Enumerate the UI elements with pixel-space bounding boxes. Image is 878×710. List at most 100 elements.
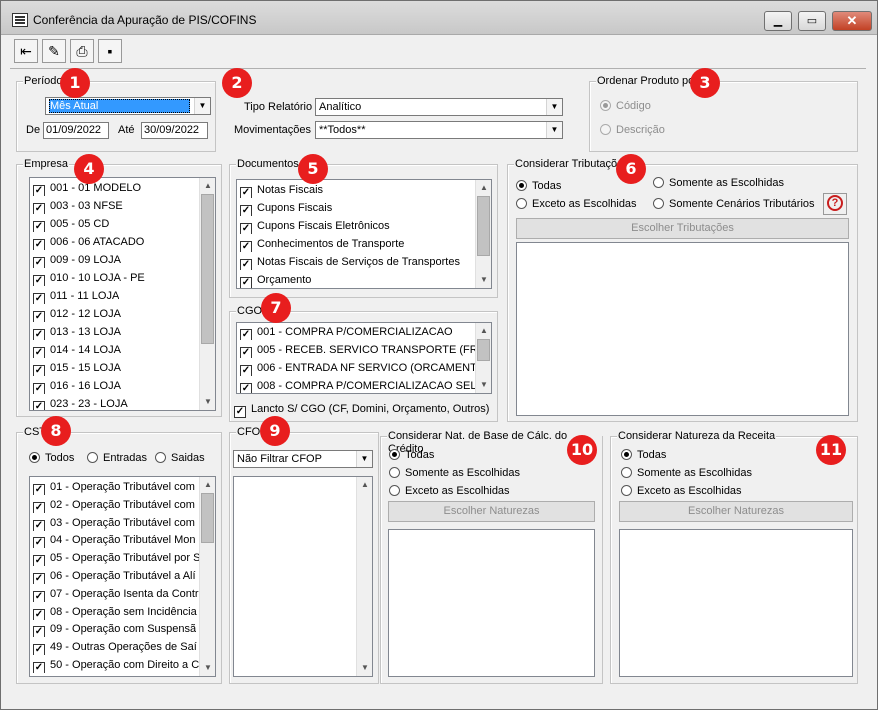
cst-entradas-radio[interactable]: Entradas bbox=[87, 452, 147, 465]
list-item[interactable]: ✓ 009 - 09 LOJA bbox=[33, 252, 121, 268]
scroll-up-icon[interactable]: ▲ bbox=[476, 323, 491, 339]
checkbox-icon[interactable]: ✓ bbox=[33, 257, 45, 268]
checkbox-icon[interactable]: ✓ bbox=[240, 223, 252, 234]
list-item[interactable]: ✓ 006 - ENTRADA NF SERVICO (ORCAMENT bbox=[240, 360, 477, 376]
list-item[interactable]: ✓ 50 - Operação com Direito a C bbox=[33, 657, 199, 673]
checkbox-icon[interactable]: ✓ bbox=[240, 259, 252, 270]
chevron-down-icon[interactable]: ▼ bbox=[546, 99, 562, 115]
list-item[interactable]: ✓ 01 - Operação Tributável com bbox=[33, 479, 195, 495]
checkbox-icon[interactable]: ✓ bbox=[240, 205, 252, 216]
scroll-up-icon[interactable]: ▲ bbox=[200, 477, 215, 493]
scroll-thumb[interactable] bbox=[477, 339, 490, 361]
natbase-exceto-radio[interactable]: Exceto as Escolhidas bbox=[389, 485, 510, 498]
natreceita-todas-radio[interactable]: Todas bbox=[621, 449, 666, 462]
list-item[interactable]: ✓ Cupons Fiscais bbox=[240, 200, 332, 216]
movimentacoes-combo[interactable]: **Todos** ▼ bbox=[315, 121, 563, 139]
documentos-scrollbar[interactable]: ▲ ▼ bbox=[475, 180, 491, 288]
list-item[interactable]: ✓ 008 - COMPRA P/COMERCIALIZACAO SEL bbox=[240, 378, 476, 393]
checkbox-icon[interactable]: ✓ bbox=[33, 203, 45, 214]
tributacoes-list[interactable] bbox=[516, 242, 849, 416]
checkbox-icon[interactable]: ✓ bbox=[240, 365, 252, 376]
cst-list[interactable]: ✓ 01 - Operação Tributável com ✓ 02 - Opera… bbox=[29, 476, 216, 677]
natbase-escolher-button[interactable]: Escolher Naturezas bbox=[388, 501, 595, 522]
trib-somente-radio[interactable]: Somente as Escolhidas bbox=[653, 177, 784, 190]
list-item[interactable]: ✓ 03 - Operação Tributável com bbox=[33, 515, 195, 531]
natreceita-list[interactable] bbox=[619, 529, 853, 677]
checkbox-icon[interactable]: ✓ bbox=[33, 293, 45, 304]
checkbox-icon[interactable]: ✓ bbox=[33, 221, 45, 232]
checkbox-icon[interactable]: ✓ bbox=[33, 311, 45, 322]
exit-icon[interactable]: ⇤ bbox=[14, 39, 38, 63]
list-item[interactable]: ✓ 012 - 12 LOJA bbox=[33, 306, 121, 322]
checkbox-icon[interactable]: ✓ bbox=[33, 608, 45, 620]
list-item[interactable]: ✓ 04 - Operação Tributável Mon bbox=[33, 532, 196, 549]
list-item[interactable]: ✓ Notas Fiscais bbox=[240, 182, 323, 198]
checkbox-icon[interactable]: ✓ bbox=[240, 277, 252, 288]
periodo-combo[interactable]: Mês Atual ▼ bbox=[45, 97, 211, 115]
ordenar-codigo-radio[interactable]: Código bbox=[600, 100, 651, 113]
list-item[interactable]: ✓ 003 - 03 NFSE bbox=[33, 198, 123, 214]
trib-todas-radio[interactable]: Todas bbox=[516, 180, 561, 193]
checkbox-icon[interactable]: ✓ bbox=[33, 537, 45, 549]
list-item[interactable]: ✓ Cupons Fiscais Eletrônicos bbox=[240, 218, 390, 234]
scroll-down-icon[interactable]: ▼ bbox=[476, 272, 491, 288]
checkbox-icon[interactable]: ✓ bbox=[33, 239, 45, 250]
list-item[interactable]: ✓ Conhecimentos de Transporte bbox=[240, 236, 404, 252]
empresa-scrollbar[interactable]: ▲ ▼ bbox=[199, 178, 215, 410]
list-item[interactable]: ✓ 07 - Operação Isenta da Contri bbox=[33, 586, 201, 602]
natreceita-somente-radio[interactable]: Somente as Escolhidas bbox=[621, 467, 752, 480]
list-item[interactable]: ✓ 005 - RECEB. SERVICO TRANSPORTE (FR bbox=[240, 342, 478, 358]
checkbox-icon[interactable]: ✓ bbox=[33, 626, 45, 638]
list-item[interactable]: ✓ Orçamento bbox=[240, 272, 311, 288]
checkbox-icon[interactable]: ✓ bbox=[33, 329, 45, 340]
scroll-down-icon[interactable]: ▼ bbox=[200, 660, 215, 676]
natreceita-escolher-button[interactable]: Escolher Naturezas bbox=[619, 501, 853, 522]
empresa-list[interactable]: ✓ 001 - 01 MODELO ✓ 003 - 03 NFSE ✓ 005 - 05 … bbox=[29, 177, 216, 411]
checkbox-icon[interactable]: ✓ bbox=[240, 187, 252, 198]
scroll-up-icon[interactable]: ▲ bbox=[200, 178, 215, 194]
list-item[interactable]: ✓ 015 - 15 LOJA bbox=[33, 360, 121, 376]
de-date-field[interactable]: 01/09/2022 bbox=[43, 122, 109, 139]
cst-todos-radio[interactable]: Todos bbox=[29, 452, 74, 465]
print-icon[interactable]: ⎙ bbox=[70, 39, 94, 63]
cst-saidas-radio[interactable]: Saidas bbox=[155, 452, 205, 465]
trib-cenarios-radio[interactable]: Somente Cenários Tributários bbox=[653, 198, 815, 211]
cgo-list[interactable]: ✓ 001 - COMPRA P/COMERCIALIZACAO ✓ 005 - RE… bbox=[236, 322, 492, 394]
cfop-scrollbar[interactable]: ▲ ▼ bbox=[356, 477, 372, 676]
natbase-somente-radio[interactable]: Somente as Escolhidas bbox=[389, 467, 520, 480]
scroll-down-icon[interactable]: ▼ bbox=[357, 660, 372, 676]
list-item[interactable]: ✓ 011 - 11 LOJA bbox=[33, 288, 119, 304]
cfop-list[interactable]: ▲ ▼ bbox=[233, 476, 373, 677]
list-item[interactable]: ✓ 006 - 06 ATACADO bbox=[33, 234, 144, 250]
checkbox-icon[interactable]: ✓ bbox=[240, 347, 252, 358]
minimize-button[interactable]: ▁ bbox=[764, 11, 792, 31]
scroll-down-icon[interactable]: ▼ bbox=[200, 394, 215, 410]
list-item[interactable]: ✓ 02 - Operação Tributável com bbox=[33, 497, 195, 513]
natbase-list[interactable] bbox=[388, 529, 595, 677]
checkbox-icon[interactable]: ✓ bbox=[240, 383, 252, 393]
natreceita-exceto-radio[interactable]: Exceto as Escolhidas bbox=[621, 485, 742, 498]
cgo-scrollbar[interactable]: ▲ ▼ bbox=[475, 323, 491, 393]
clear-icon[interactable]: ✎ bbox=[42, 39, 66, 63]
list-item[interactable]: ✓ 005 - 05 CD bbox=[33, 216, 109, 232]
checkbox-icon[interactable]: ✓ bbox=[33, 573, 45, 584]
list-item[interactable]: ✓ 010 - 10 LOJA - PE bbox=[33, 270, 145, 286]
list-item[interactable]: ✓ Notas Fiscais de Serviços de Transporte… bbox=[240, 254, 460, 270]
list-item[interactable]: ✓ 49 - Outras Operações de Saí bbox=[33, 639, 197, 656]
escolher-tributacoes-button[interactable]: Escolher Tributações bbox=[516, 218, 849, 239]
checkbox-icon[interactable]: ✓ bbox=[33, 185, 45, 196]
chevron-down-icon[interactable]: ▼ bbox=[194, 98, 210, 114]
trib-exceto-radio[interactable]: Exceto as Escolhidas bbox=[516, 198, 637, 211]
checkbox-icon[interactable]: ✓ bbox=[33, 519, 45, 531]
checkbox-icon[interactable]: ✓ bbox=[240, 241, 252, 252]
tipo-relatorio-combo[interactable]: Analítico ▼ bbox=[315, 98, 563, 116]
list-item[interactable]: ✓ 08 - Operação sem Incidência bbox=[33, 604, 197, 620]
checkbox-icon[interactable]: ✓ bbox=[33, 501, 45, 513]
checkbox-icon[interactable]: ✓ bbox=[33, 644, 45, 656]
checkbox-icon[interactable]: ✓ bbox=[33, 401, 45, 410]
list-item[interactable]: ✓ 023 - 23 - LOJA bbox=[33, 396, 128, 410]
scroll-thumb[interactable] bbox=[201, 493, 214, 543]
list-item[interactable]: ✓ 001 - COMPRA P/COMERCIALIZACAO bbox=[240, 324, 453, 340]
list-item[interactable]: ✓ 014 - 14 LOJA bbox=[33, 342, 121, 358]
chevron-down-icon[interactable]: ▼ bbox=[546, 122, 562, 138]
